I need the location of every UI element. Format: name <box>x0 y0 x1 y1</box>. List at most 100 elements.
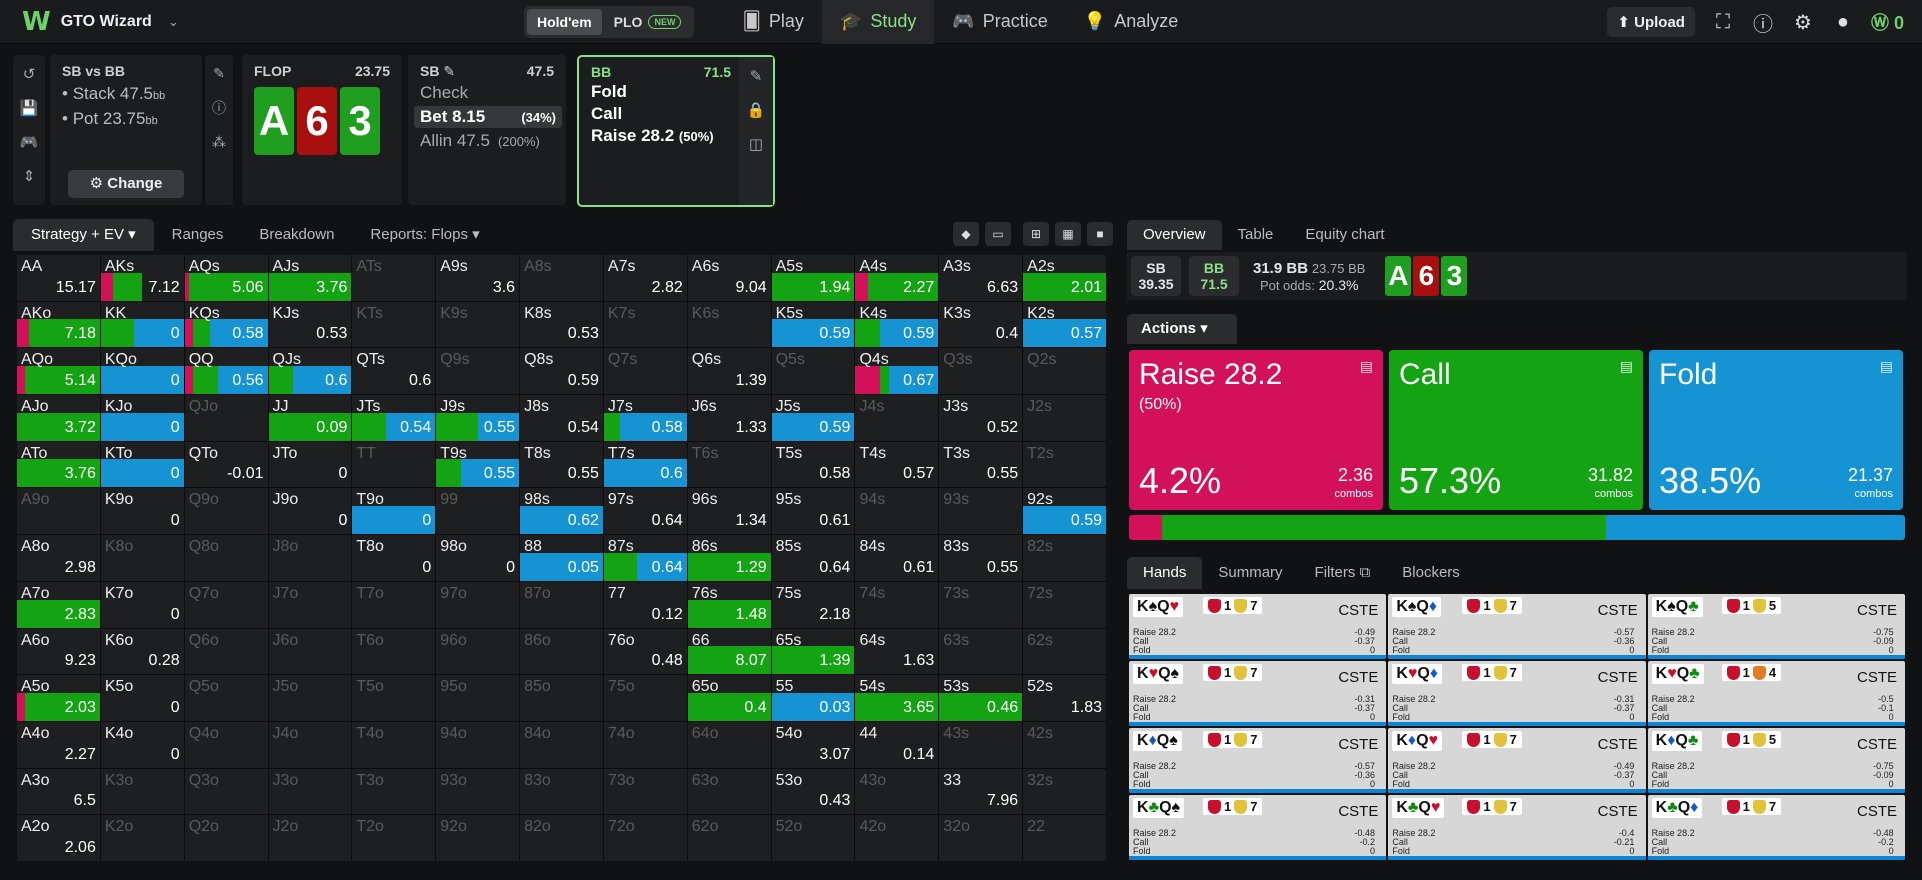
hand-cell-T4s[interactable]: T4s 0.57 <box>855 441 939 488</box>
hand-cell-64s[interactable]: 64s 1.63 <box>855 628 939 675</box>
hand-cell-AJo[interactable]: AJo 3.72 <box>17 395 100 441</box>
collapse-icon[interactable]: ⇕ <box>23 167 36 185</box>
hand-cell-72o[interactable]: 72o <box>603 815 687 861</box>
hand-cell-J8s[interactable]: J8s 0.54 <box>520 395 603 441</box>
action-raise-box[interactable]: Raise 28.2 (50%) ▤ 4.2% 2.36 combos <box>1129 350 1383 510</box>
lock-icon[interactable]: 🔒 <box>747 101 766 119</box>
hand-cell-J6s[interactable]: J6s 1.33 <box>687 395 771 441</box>
gear-icon[interactable]: ⚙ <box>1791 10 1815 35</box>
hand-cell-J9o[interactable]: J9o 0 <box>268 488 352 535</box>
hand-cell-J5o[interactable]: J5o <box>268 675 352 721</box>
hand-cell-KQs[interactable]: KQs 0.58 <box>184 301 268 348</box>
save-icon[interactable]: 💾 <box>20 99 39 117</box>
tab-ranges[interactable]: Ranges <box>154 219 242 251</box>
hand-cell-A8o[interactable]: A8o 2.98 <box>17 535 100 581</box>
hand-cell-K8s[interactable]: K8s 0.53 <box>520 301 603 348</box>
details-icon[interactable]: ▤ <box>1880 358 1893 375</box>
tab-overview[interactable]: Overview <box>1127 220 1222 250</box>
hand-cell-54s[interactable]: 54s 3.65 <box>855 675 939 721</box>
hand-cell-QQ[interactable]: QQ 0.56 <box>184 348 268 395</box>
hand-cell-AKo[interactable]: AKo 7.18 <box>17 301 100 348</box>
hand-cell-K5s[interactable]: K5s 0.59 <box>771 301 855 348</box>
full-view-icon[interactable]: ■ <box>1087 222 1113 246</box>
hand-cell-55[interactable]: 55 0.03 <box>771 675 855 721</box>
compact-view-icon[interactable]: ⊞ <box>1023 222 1049 246</box>
hand-cell-K8o[interactable]: K8o <box>100 535 184 581</box>
tab-summary[interactable]: Summary <box>1202 557 1298 589</box>
hand-cell-33[interactable]: 33 7.96 <box>939 768 1023 815</box>
hand-cell-T5s[interactable]: T5s 0.58 <box>771 441 855 488</box>
hand-cell-Q6o[interactable]: Q6o <box>184 628 268 675</box>
hand-cell-73s[interactable]: 73s <box>939 581 1023 628</box>
hand-cell-T2o[interactable]: T2o <box>352 815 436 861</box>
hand-cell-ATo[interactable]: ATo 3.76 <box>17 441 100 488</box>
upload-button[interactable]: ⬆ Upload <box>1607 7 1695 37</box>
change-spot-button[interactable]: ⚙ Change <box>68 170 184 198</box>
tab-blockers[interactable]: Blockers <box>1386 557 1476 589</box>
hand-cell-73o[interactable]: 73o <box>603 768 687 815</box>
hand-cell-K9s[interactable]: K9s <box>436 301 520 348</box>
hand-cell-JTo[interactable]: JTo 0 <box>268 441 352 488</box>
tab-equity-chart[interactable]: Equity chart <box>1289 220 1400 250</box>
hand-cell-A3s[interactable]: A3s 6.63 <box>939 255 1023 301</box>
hand-cell-K3s[interactable]: K3s 0.4 <box>939 301 1023 348</box>
hand-cell-J4s[interactable]: J4s <box>855 395 939 441</box>
hand-cell-Q4o[interactable]: Q4o <box>184 721 268 768</box>
hand-cell-QJo[interactable]: QJo <box>184 395 268 441</box>
flop-panel[interactable]: FLOP 23.75 A 6 3 <box>242 55 402 205</box>
hand-cell-J7s[interactable]: J7s 0.58 <box>603 395 687 441</box>
hand-cell-K4s[interactable]: K4s 0.59 <box>855 301 939 348</box>
nav-study[interactable]: 🎓 Study <box>821 0 935 44</box>
sb-action-check[interactable]: Check <box>420 83 554 103</box>
hand-cell-22[interactable]: 22 <box>1023 815 1106 861</box>
tab-filters[interactable]: Filters ⧉ <box>1299 557 1387 589</box>
hand-cell-75o[interactable]: 75o <box>603 675 687 721</box>
hand-cell-Q6s[interactable]: Q6s 1.39 <box>687 348 771 395</box>
hand-cell-TT[interactable]: TT <box>352 441 436 488</box>
hand-cell-K9o[interactable]: K9o 0 <box>100 488 184 535</box>
hand-cell-J6o[interactable]: J6o <box>268 628 352 675</box>
hand-cell-T4o[interactable]: T4o <box>352 721 436 768</box>
hand-cell-A5o[interactable]: A5o 2.03 <box>17 675 100 721</box>
hand-cell-84s[interactable]: 84s 0.61 <box>855 535 939 581</box>
hand-cell-AQs[interactable]: AQs 5.06 <box>184 255 268 301</box>
hand-cell-T7o[interactable]: T7o <box>352 581 436 628</box>
hand-cell-A2o[interactable]: A2o 2.06 <box>17 815 100 861</box>
hand-combo-card[interactable]: K♠Q♦ 1 7 CSTE Raise 28.2 -0.57 Call -0.36 Fold 0 <box>1388 594 1646 659</box>
nav-analyze[interactable]: 💡 Analyze <box>1066 0 1196 44</box>
hand-cell-AJs[interactable]: AJs 3.76 <box>268 255 352 301</box>
hand-cell-K7o[interactable]: K7o 0 <box>100 581 184 628</box>
action-call-box[interactable]: Call ▤ 57.3% 31.82 combos <box>1389 350 1643 510</box>
hand-cell-32o[interactable]: 32o <box>939 815 1023 861</box>
hand-cell-63s[interactable]: 63s <box>939 628 1023 675</box>
chevron-down-icon[interactable]: ⌄ <box>168 14 179 30</box>
hand-cell-94s[interactable]: 94s <box>855 488 939 535</box>
hand-cell-99[interactable]: 99 <box>436 488 520 535</box>
hand-cell-72s[interactable]: 72s <box>1023 581 1106 628</box>
hand-cell-K7s[interactable]: K7s <box>603 301 687 348</box>
hand-cell-53o[interactable]: 53o 0.43 <box>771 768 855 815</box>
hand-cell-T2s[interactable]: T2s <box>1023 441 1106 488</box>
hand-cell-97o[interactable]: 97o <box>436 581 520 628</box>
hand-cell-A4o[interactable]: A4o 2.27 <box>17 721 100 768</box>
tab-table[interactable]: Table <box>1222 220 1290 250</box>
hand-cell-86o[interactable]: 86o <box>520 628 603 675</box>
hand-cell-52s[interactable]: 52s 1.83 <box>1023 675 1106 721</box>
hand-cell-54o[interactable]: 54o 3.07 <box>771 721 855 768</box>
hand-cell-Q8s[interactable]: Q8s 0.59 <box>520 348 603 395</box>
user-icon[interactable]: ● <box>1831 11 1855 34</box>
hand-cell-J2o[interactable]: J2o <box>268 815 352 861</box>
hand-cell-J3s[interactable]: J3s 0.52 <box>939 395 1023 441</box>
nav-practice[interactable]: 🎮 Practice <box>934 0 1065 44</box>
hand-cell-K3o[interactable]: K3o <box>100 768 184 815</box>
hand-cell-K5o[interactable]: K5o 0 <box>100 675 184 721</box>
hand-cell-52o[interactable]: 52o <box>771 815 855 861</box>
cube-view-icon[interactable]: ◆ <box>953 222 979 246</box>
hand-cell-92s[interactable]: 92s 0.59 <box>1023 488 1106 535</box>
actions-dropdown[interactable]: Actions ▾ <box>1127 314 1237 344</box>
plo-toggle[interactable]: PLO NEW <box>604 9 692 35</box>
hand-cell-84o[interactable]: 84o <box>520 721 603 768</box>
hand-cell-J2s[interactable]: J2s <box>1023 395 1106 441</box>
hand-cell-Q9o[interactable]: Q9o <box>184 488 268 535</box>
hand-cell-A9o[interactable]: A9o <box>17 488 100 535</box>
